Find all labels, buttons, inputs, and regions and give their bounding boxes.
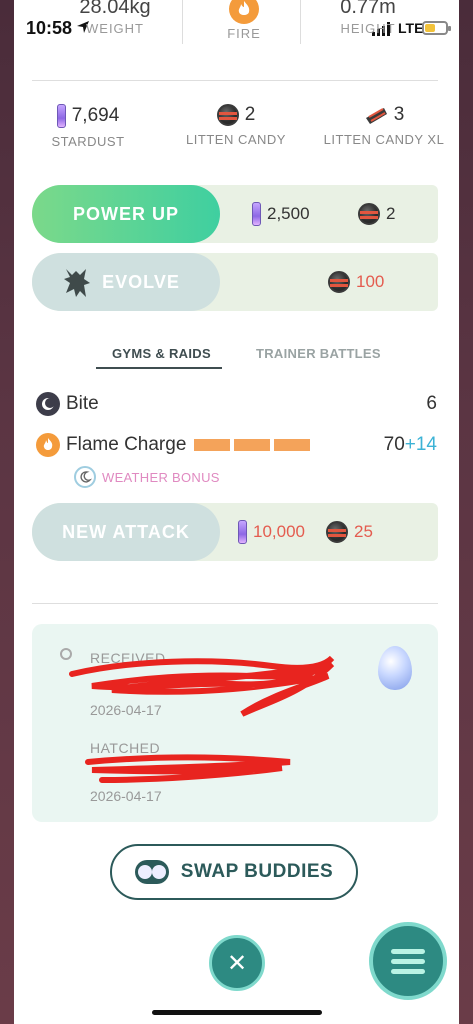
tab-gyms-raids[interactable]: GYMS & RAIDS (112, 346, 211, 361)
weather-bonus-label: WEATHER BONUS (102, 469, 220, 485)
type-stat: FIRE (196, 0, 292, 41)
energy-bars (194, 439, 311, 451)
section-divider (32, 80, 438, 81)
power-up-bar: POWER UP 2,500 2 (32, 185, 438, 243)
weather-moon-icon (74, 466, 96, 488)
close-icon: ✕ (226, 949, 248, 977)
redaction-scribble (69, 655, 335, 783)
evolve-candy-cost: 100 (328, 253, 384, 311)
candy-xl-value: 3 (393, 104, 405, 125)
swap-buddies-label: SWAP BUDDIES (180, 861, 334, 882)
weight-label: WEIGHT (86, 21, 144, 36)
new-attack-candy-cost: 25 (326, 503, 373, 561)
stardust-label: STARDUST (51, 134, 125, 149)
fast-move-name: Bite (66, 393, 99, 414)
weather-bonus: WEATHER BONUS (74, 466, 220, 488)
battery-icon (422, 21, 451, 35)
power-up-stardust-value: 2,500 (267, 204, 310, 223)
move-tabs: GYMS & RAIDS TRAINER BATTLES (96, 340, 396, 370)
power-up-stardust-cost: 2,500 (252, 185, 310, 243)
new-attack-stardust-cost: 10,000 (238, 503, 305, 561)
fire-type-icon (36, 433, 60, 457)
stardust-resource: 7,694 STARDUST (40, 104, 136, 149)
evolve-bar: EVOLVE 100 (32, 253, 438, 311)
litten-candy-icon (216, 104, 239, 126)
power-up-candy-cost: 2 (358, 185, 395, 243)
tab-trainer-battles[interactable]: TRAINER BATTLES (256, 346, 381, 361)
stardust-icon (252, 202, 261, 226)
home-indicator[interactable] (152, 1010, 322, 1015)
fast-move-damage: 6 (426, 393, 437, 414)
evolution-silhouette-icon (64, 269, 90, 297)
menu-icon (391, 948, 425, 974)
divider (300, 0, 301, 44)
litten-candy-icon (328, 271, 350, 293)
dark-type-icon (36, 392, 60, 416)
power-up-button[interactable]: POWER UP (32, 185, 220, 243)
new-attack-stardust-value: 10,000 (253, 522, 305, 541)
evolve-candy-value: 100 (356, 272, 385, 291)
divider (182, 0, 183, 44)
height-value: 0.77m (340, 0, 396, 18)
new-attack-candy-value: 25 (354, 522, 373, 541)
type-label: FIRE (227, 26, 261, 41)
height-stat: 0.77m HEIGHT (318, 0, 418, 36)
active-tab-indicator (96, 367, 222, 369)
power-up-candy-value: 2 (386, 204, 396, 223)
litten-candy-icon (326, 521, 348, 543)
evolve-button[interactable]: EVOLVE (32, 253, 220, 311)
charged-move-bonus: +14 (404, 434, 437, 455)
energy-bar (194, 439, 231, 451)
stardust-value: 7,694 (71, 105, 120, 126)
menu-button[interactable] (369, 922, 447, 1000)
energy-bar (274, 439, 311, 451)
candy-xl-resource: 3 LITTEN CANDY XL (322, 104, 446, 147)
stardust-icon (56, 104, 66, 128)
new-attack-bar: NEW ATTACK 10,000 25 (32, 503, 438, 561)
weight-stat: 28.04kg WEIGHT (60, 0, 170, 36)
fast-move-row[interactable]: Bite 6 (36, 389, 441, 419)
charged-move-row[interactable]: Flame Charge 70+14 (36, 430, 441, 460)
candy-label: LITTEN CANDY (186, 132, 286, 147)
buddy-icon (134, 860, 169, 884)
charged-move-base: 70 (383, 434, 405, 455)
fire-type-icon (229, 0, 259, 24)
litten-candy-xl-icon (365, 108, 387, 124)
energy-bar (234, 439, 271, 451)
close-button[interactable]: ✕ (209, 935, 265, 991)
evolve-label: EVOLVE (102, 271, 180, 292)
candy-value: 2 (244, 104, 256, 125)
candy-resource: 2 LITTEN CANDY (180, 104, 292, 147)
charged-move-damage: 70+14 (384, 434, 437, 456)
new-attack-button[interactable]: NEW ATTACK (32, 503, 220, 561)
candy-xl-label: LITTEN CANDY XL (323, 132, 445, 147)
swap-buddies-button[interactable]: SWAP BUDDIES (110, 844, 358, 900)
stardust-icon (238, 520, 247, 544)
section-divider (32, 603, 438, 604)
charged-move-name: Flame Charge (66, 434, 187, 455)
height-label: HEIGHT (340, 21, 396, 36)
litten-candy-icon (358, 203, 380, 225)
catch-info-panel: RECEIVED 2026-04-17 HATCHED 2026-04-17 (32, 624, 438, 822)
weight-value: 28.04kg (79, 0, 151, 18)
